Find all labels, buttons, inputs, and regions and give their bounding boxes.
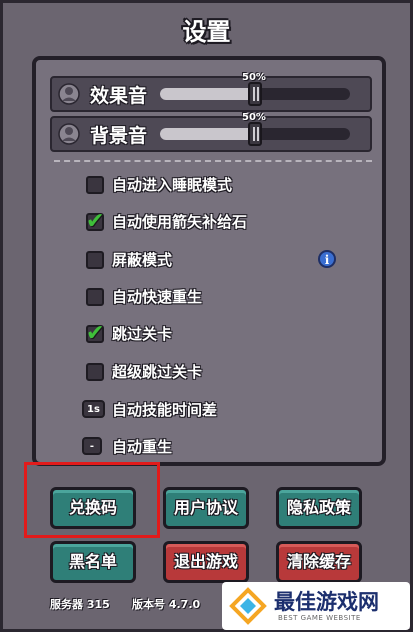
slider-thumb[interactable] [248, 82, 262, 106]
checkbox[interactable] [86, 363, 104, 381]
privacy-policy-button[interactable]: 隐私政策 [276, 487, 362, 529]
checkbox[interactable]: ✔ [86, 209, 104, 234]
user-agreement-button[interactable]: 用户协议 [163, 487, 249, 529]
option-label: 自动快速重生 [112, 288, 203, 306]
sound-effects-label: 效果音 [90, 85, 148, 107]
option-label: 跳过关卡 [112, 325, 173, 343]
checkmark-icon: ✔ [86, 321, 105, 346]
checkmark-icon: ✔ [86, 209, 105, 234]
option-label: 自动使用箭矢补给石 [112, 213, 248, 231]
user-silhouette-icon [58, 83, 80, 105]
option-label: 自动进入睡眠模式 [112, 176, 233, 194]
checkbox[interactable] [86, 288, 104, 306]
option-label: 屏蔽模式 [112, 251, 173, 269]
settings-panel: 效果音 50% 背景音 50% 自动进入睡眠模式 ✔ 自动使用箭矢补给石 屏蔽模… [32, 56, 386, 466]
sound-effects-slider[interactable]: 50% [160, 72, 350, 106]
exit-game-button[interactable]: 退出游戏 [163, 541, 249, 583]
option-label: 自动技能时间差 [112, 401, 218, 419]
slider-fill [160, 88, 255, 100]
divider [54, 160, 372, 162]
version-label: 版本号 4.7.0 [132, 598, 201, 611]
clear-cache-button[interactable]: 清除缓存 [276, 541, 362, 583]
slider-thumb[interactable] [248, 122, 262, 146]
checkbox[interactable]: ✔ [86, 321, 104, 346]
checkbox[interactable] [86, 251, 104, 269]
info-icon[interactable]: i [318, 250, 336, 268]
slider-fill [160, 128, 255, 140]
watermark-subtitle: BEST GAME WEBSITE [278, 614, 361, 622]
sound-effects-row: 效果音 50% [50, 72, 372, 112]
slider-percent: 50% [242, 72, 266, 83]
music-row: 背景音 50% [50, 112, 372, 152]
watermark-logo-icon [229, 587, 267, 625]
watermark: 最佳游戏网 BEST GAME WEBSITE [222, 582, 410, 630]
music-slider[interactable]: 50% [160, 112, 350, 146]
blacklist-button[interactable]: 黑名单 [50, 541, 136, 583]
music-label: 背景音 [90, 125, 148, 147]
server-label: 服务器 315 [50, 598, 110, 611]
respawn-tag-button[interactable]: - [82, 437, 102, 455]
page-title: 设置 [182, 18, 231, 46]
watermark-title: 最佳游戏网 [274, 590, 379, 614]
slider-percent: 50% [242, 112, 266, 123]
checkbox[interactable] [86, 176, 104, 194]
delay-tag-button[interactable]: 1s [82, 400, 105, 418]
option-label: 超级跳过关卡 [112, 363, 203, 381]
redeem-code-button[interactable]: 兑换码 [50, 487, 136, 529]
option-label: 自动重生 [112, 438, 173, 456]
user-silhouette-icon [58, 123, 80, 145]
